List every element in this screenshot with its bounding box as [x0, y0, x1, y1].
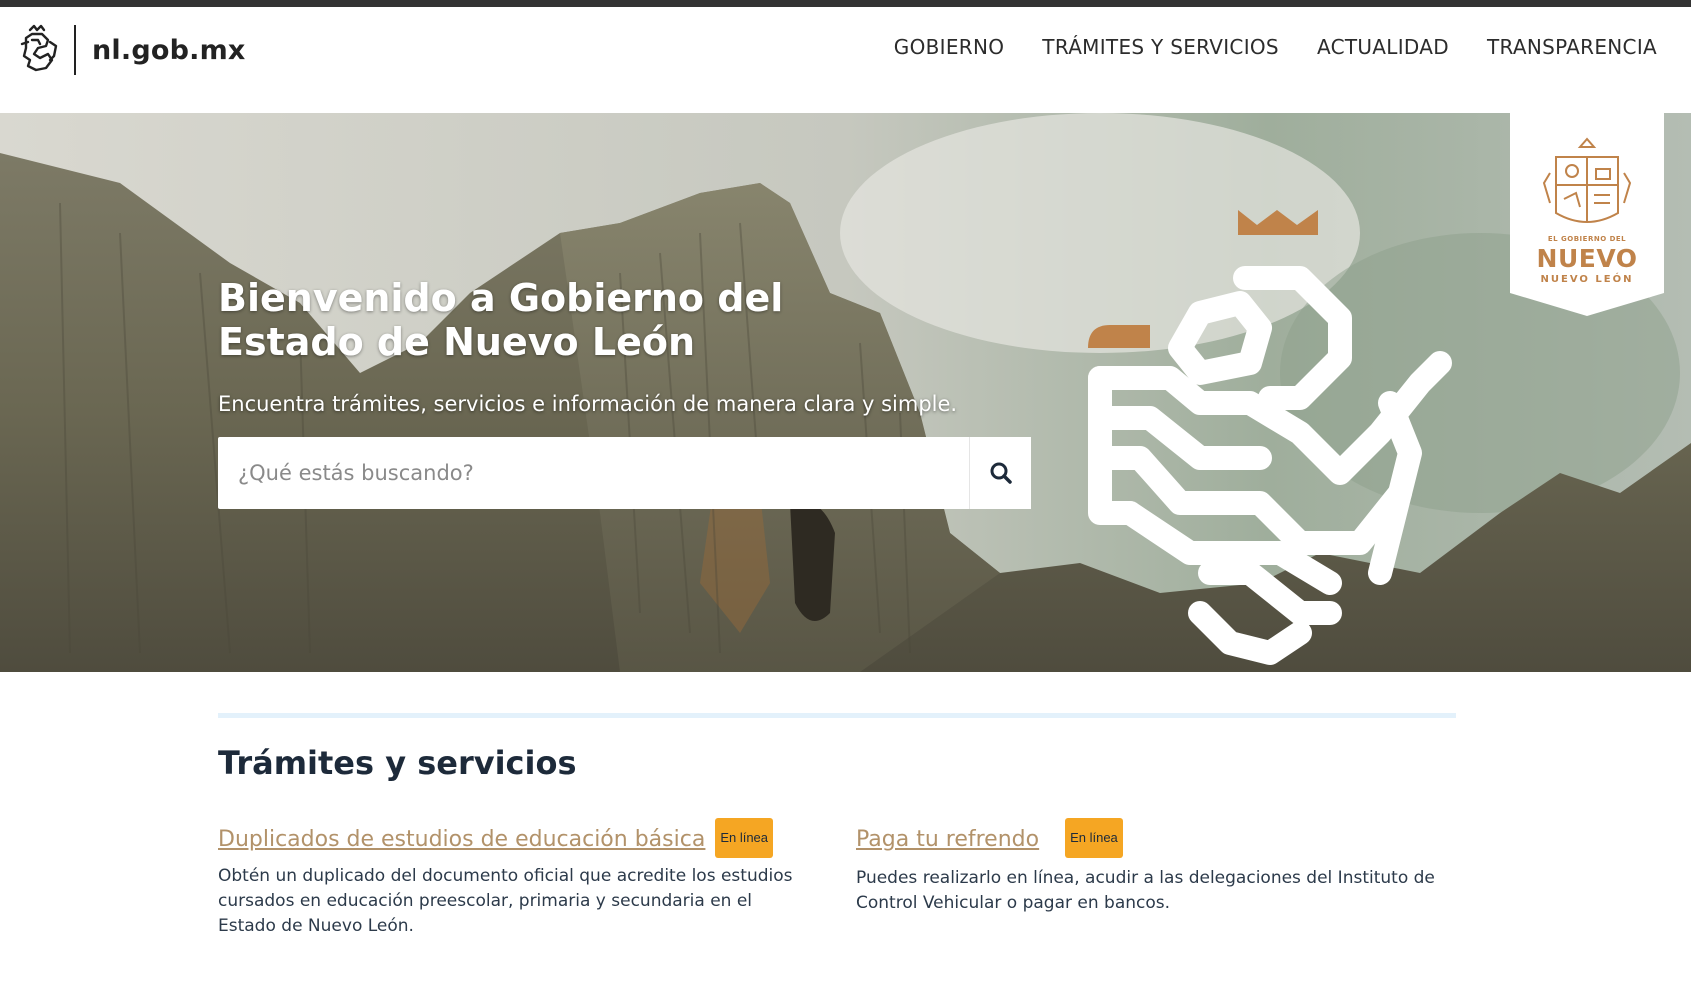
hero-title: Bienvenido a Gobierno del Estado de Nuev… — [218, 276, 784, 364]
state-emblem-badge: EL GOBIERNO DEL NUEVO NUEVO LEÓN — [1510, 113, 1664, 316]
main-nav: GOBIERNO TRÁMITES Y SERVICIOS ACTUALIDAD… — [894, 35, 1657, 59]
nav-actualidad[interactable]: ACTUALIDAD — [1317, 35, 1449, 59]
service-title: Paga tu refrendo — [856, 827, 1040, 852]
services-section-title: Trámites y servicios — [218, 744, 577, 782]
home-link[interactable]: nl.gob.mx — [18, 21, 246, 79]
nav-tramites-servicios[interactable]: TRÁMITES Y SERVICIOS — [1042, 35, 1279, 59]
nav-transparencia[interactable]: TRANSPARENCIA — [1487, 35, 1657, 59]
service-card: Duplicados de estudios de educación bási… — [218, 818, 808, 939]
site-header: nl.gob.mx GOBIERNO TRÁMITES Y SERVICIOS … — [0, 7, 1691, 113]
section-divider — [218, 713, 1456, 718]
service-description: Puedes realizarlo en línea, acudir a las… — [856, 868, 1435, 913]
service-card: Paga tu refrendo En línea Puedes realizar… — [856, 818, 1476, 916]
online-badge: En línea — [1065, 818, 1123, 858]
site-name: nl.gob.mx — [92, 34, 246, 66]
emblem-line-1: EL GOBIERNO DEL — [1547, 235, 1627, 243]
service-title-link[interactable]: Duplicados de estudios de educación bási… — [218, 818, 774, 858]
search-bar — [218, 437, 1031, 509]
search-input[interactable] — [218, 437, 969, 509]
emblem-line-2: NUEVO — [1536, 244, 1638, 273]
lion-logo-icon — [20, 24, 58, 72]
service-description: Obtén un duplicado del documento oficial… — [218, 866, 793, 936]
top-bar — [0, 0, 1691, 7]
service-title-link[interactable]: Paga tu refrendo En línea — [856, 818, 1123, 858]
nav-gobierno[interactable]: GOBIERNO — [894, 35, 1005, 59]
hero-banner: EL GOBIERNO DEL NUEVO NUEVO LEÓN Bienven… — [0, 113, 1691, 672]
emblem-line-3: NUEVO LEÓN — [1540, 274, 1634, 285]
brand-divider — [74, 25, 76, 75]
hero-subtitle: Encuentra trámites, servicios e informac… — [218, 392, 958, 416]
service-title: Duplicados de estudios de educación bási… — [218, 827, 706, 852]
search-icon — [990, 462, 1012, 484]
search-button[interactable] — [969, 437, 1031, 509]
coat-of-arms-icon — [1510, 113, 1664, 316]
online-badge: En línea — [715, 818, 774, 858]
